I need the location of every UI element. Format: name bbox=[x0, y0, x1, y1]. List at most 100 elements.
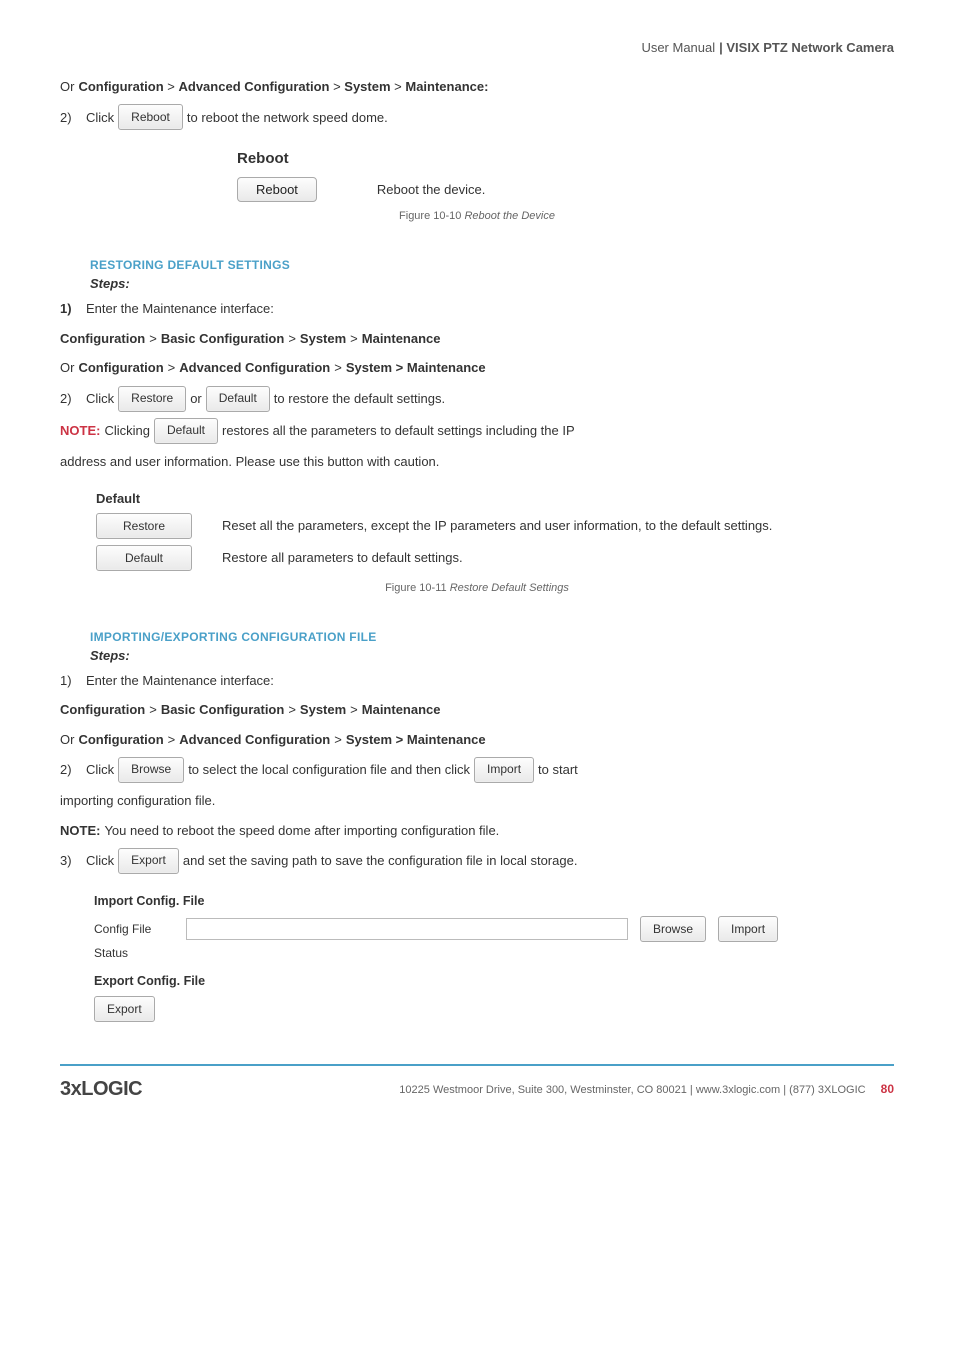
text: to reboot the network speed dome. bbox=[187, 106, 388, 129]
default-button-inline-note[interactable]: Default bbox=[154, 418, 218, 444]
step-num: 2) bbox=[60, 106, 82, 129]
reboot-button[interactable]: Reboot bbox=[237, 177, 317, 202]
note-label: NOTE: bbox=[60, 819, 100, 842]
step-num: 3) bbox=[60, 849, 82, 872]
text: You need to reboot the speed dome after … bbox=[104, 819, 499, 842]
crumb: Maintenance bbox=[362, 327, 441, 350]
crumb: Configuration bbox=[60, 327, 145, 350]
default-panel: Default Restore Reset all the parameters… bbox=[90, 487, 894, 574]
export-config-header: Export Config. File bbox=[90, 968, 894, 994]
status-label: Status bbox=[94, 946, 174, 960]
text: Click bbox=[86, 106, 114, 129]
restore-button-inline[interactable]: Restore bbox=[118, 386, 186, 412]
import-step1: 1) Enter the Maintenance interface: bbox=[60, 669, 894, 692]
text: Restore all parameters to default settin… bbox=[222, 550, 463, 565]
restore-step1: 1) Enter the Maintenance interface: bbox=[60, 297, 894, 320]
sep: > bbox=[334, 728, 342, 751]
text: address and user information. Please use… bbox=[60, 450, 439, 473]
steps-label: Steps: bbox=[90, 648, 894, 663]
import-config-header: Import Config. File bbox=[90, 888, 894, 914]
sep: > bbox=[334, 356, 342, 379]
import-step2: 2) Click Browse to select the local conf… bbox=[60, 757, 894, 783]
crumb: System bbox=[344, 79, 390, 94]
config-file-input[interactable] bbox=[186, 918, 628, 940]
step-num: 2) bbox=[60, 758, 82, 781]
crumb: Configuration bbox=[78, 356, 163, 379]
figure-caption-restore: Figure 10-11 Restore Default Settings bbox=[60, 582, 894, 594]
reboot-or-line: Or Configuration > Advanced Configuratio… bbox=[60, 75, 894, 98]
text: to select the local configuration file a… bbox=[188, 758, 470, 781]
sep: > bbox=[168, 728, 176, 751]
import-step2b: importing configuration file. bbox=[60, 789, 894, 812]
browse-button-inline[interactable]: Browse bbox=[118, 757, 184, 783]
header-light: User Manual bbox=[641, 40, 715, 55]
import-button[interactable]: Import bbox=[718, 916, 778, 942]
default-row-restore: Restore Reset all the parameters, except… bbox=[90, 510, 894, 542]
default-button-inline[interactable]: Default bbox=[206, 386, 270, 412]
reboot-button-inline[interactable]: Reboot bbox=[118, 104, 183, 130]
crumb: Basic Configuration bbox=[161, 327, 285, 350]
text: or bbox=[190, 387, 202, 410]
sep: > bbox=[350, 698, 358, 721]
crumb: Basic Configuration bbox=[161, 698, 285, 721]
footer-address: 10225 Westmoor Drive, Suite 300, Westmin… bbox=[399, 1084, 865, 1096]
sep: > bbox=[168, 356, 176, 379]
logo: 3xLOGIC bbox=[60, 1078, 142, 1101]
import-note: NOTE: You need to reboot the speed dome … bbox=[60, 819, 894, 842]
restore-note-2: address and user information. Please use… bbox=[60, 450, 894, 473]
restore-button[interactable]: Restore bbox=[96, 513, 192, 539]
text: Enter the Maintenance interface: bbox=[86, 297, 274, 320]
restore-path1: Configuration > Basic Configuration > Sy… bbox=[60, 327, 894, 350]
crumb: Configuration bbox=[78, 79, 163, 94]
sep: > bbox=[391, 79, 406, 94]
sep: > bbox=[164, 79, 179, 94]
sep: > bbox=[288, 327, 296, 350]
import-button-inline[interactable]: Import bbox=[474, 757, 534, 783]
text: to restore the default settings. bbox=[274, 387, 445, 410]
step-num: 2) bbox=[60, 387, 82, 410]
import-path2: Or Configuration > Advanced Configuratio… bbox=[60, 728, 894, 751]
default-row-default: Default Restore all parameters to defaul… bbox=[90, 542, 894, 574]
import-step3: 3) Click Export and set the saving path … bbox=[60, 848, 894, 874]
browse-button[interactable]: Browse bbox=[640, 916, 706, 942]
sep: > bbox=[350, 327, 358, 350]
crumb: Advanced Configuration bbox=[179, 79, 330, 94]
export-row: Export bbox=[90, 994, 894, 1024]
crumb: System bbox=[300, 327, 346, 350]
fig-title: Reboot the Device bbox=[464, 210, 555, 222]
sep: > bbox=[288, 698, 296, 721]
fig-num: Figure 10-11 bbox=[385, 582, 447, 594]
sep: > bbox=[329, 79, 344, 94]
page-header: User Manual | VISIX PTZ Network Camera bbox=[60, 40, 894, 55]
step-num: 1) bbox=[60, 297, 82, 320]
reboot-panel: Reboot Reboot Reboot the device. bbox=[237, 150, 717, 202]
restore-note-1: NOTE: Clicking Default restores all the … bbox=[60, 418, 894, 444]
config-file-label: Config File bbox=[94, 922, 174, 936]
import-path1: Configuration > Basic Configuration > Sy… bbox=[60, 698, 894, 721]
import-heading: IMPORTING/EXPORTING CONFIGURATION FILE bbox=[90, 630, 894, 644]
text: restores all the parameters to default s… bbox=[222, 419, 575, 442]
crumb: Maintenance bbox=[362, 698, 441, 721]
page-footer: 3xLOGIC 10225 Westmoor Drive, Suite 300,… bbox=[60, 1064, 894, 1101]
text: Enter the Maintenance interface: bbox=[86, 669, 274, 692]
export-button-inline[interactable]: Export bbox=[118, 848, 179, 874]
crumb: Advanced Configuration bbox=[179, 356, 330, 379]
text: and set the saving path to save the conf… bbox=[183, 849, 578, 872]
crumb: System > Maintenance bbox=[346, 356, 486, 379]
note-label: NOTE: bbox=[60, 419, 100, 442]
default-panel-header: Default bbox=[90, 487, 894, 510]
reboot-step2: 2) Click Reboot to reboot the network sp… bbox=[60, 104, 894, 130]
crumb: Advanced Configuration bbox=[179, 728, 330, 751]
export-button[interactable]: Export bbox=[94, 996, 155, 1022]
reboot-panel-title: Reboot bbox=[237, 150, 717, 167]
text: Clicking bbox=[104, 419, 150, 442]
fig-num: Figure 10-10 bbox=[399, 210, 461, 222]
fig-title: Restore Default Settings bbox=[450, 582, 569, 594]
text: Reset all the parameters, except the IP … bbox=[222, 518, 772, 533]
crumb: System bbox=[300, 698, 346, 721]
text: to start bbox=[538, 758, 578, 781]
sep: > bbox=[149, 698, 157, 721]
restore-step2: 2) Click Restore or Default to restore t… bbox=[60, 386, 894, 412]
default-button[interactable]: Default bbox=[96, 545, 192, 571]
sep: > bbox=[149, 327, 157, 350]
